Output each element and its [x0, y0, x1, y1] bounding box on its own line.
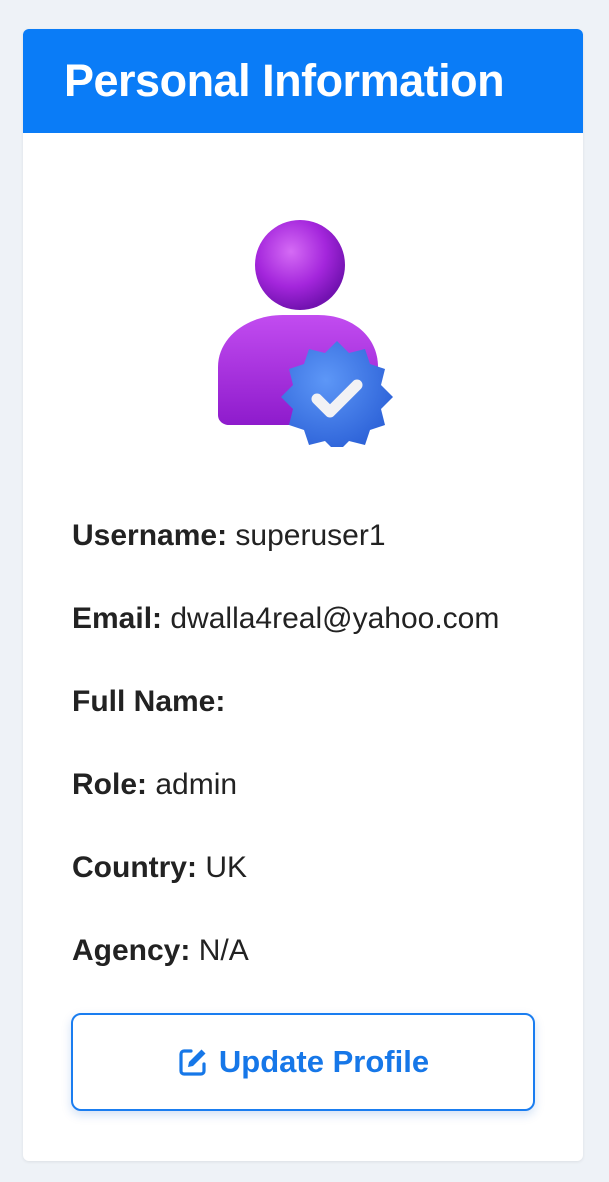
agency-row: Agency: N/A	[72, 929, 552, 1012]
profile-details: Username: superuser1 Email: dwalla4real@…	[72, 514, 552, 1012]
page-title: Personal Information	[64, 55, 505, 106]
email-label: Email:	[72, 602, 163, 635]
username-row: Username: superuser1	[72, 514, 552, 597]
agency-label: Agency:	[72, 934, 191, 967]
full-name-row: Full Name:	[72, 680, 552, 763]
edit-icon	[177, 1046, 209, 1078]
username-label: Username:	[72, 519, 228, 552]
role-value: admin	[155, 768, 238, 801]
email-row: Email: dwalla4real@yahoo.com	[72, 597, 552, 680]
agency-value: N/A	[198, 934, 249, 967]
country-value: UK	[205, 851, 248, 884]
full-name-label: Full Name:	[72, 685, 226, 718]
role-row: Role: admin	[72, 763, 552, 846]
update-profile-button[interactable]: Update Profile	[71, 1013, 535, 1111]
email-value: dwalla4real@yahoo.com	[170, 602, 500, 635]
role-label: Role:	[72, 768, 147, 801]
verified-user-icon	[213, 217, 393, 453]
update-profile-label: Update Profile	[218, 1044, 430, 1079]
username-value: superuser1	[235, 519, 386, 552]
country-label: Country:	[72, 851, 197, 884]
personal-info-card: Personal Information Username: superuser…	[23, 29, 583, 1161]
card-header: Personal Information	[23, 29, 583, 133]
country-row: Country: UK	[72, 846, 552, 929]
